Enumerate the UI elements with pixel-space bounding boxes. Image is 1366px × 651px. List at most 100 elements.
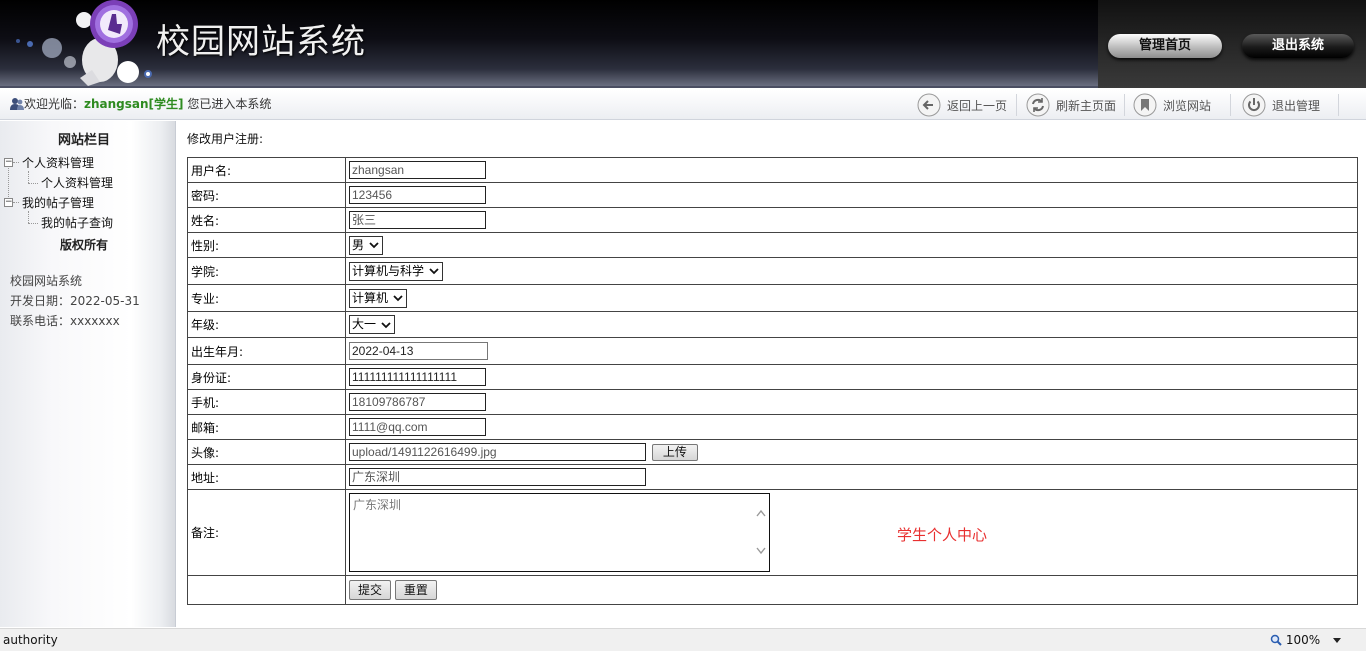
field-label: 出生年月: [187,337,346,365]
student-center-text: 学生个人中心 [897,526,988,544]
welcome-message: 欢迎光临：zhangsan[学生] 您已进入本系统 [10,95,271,112]
field-label: 地址: [187,464,346,490]
welcome-prefix: 欢迎光临： [24,97,85,111]
field-cell: upload/1491122616499.jpg 上传 [345,439,1358,465]
birthdate-input[interactable]: 2022-04-13 [349,342,488,360]
phone-input[interactable]: 18109786787 [349,393,486,411]
tree-connector [28,211,29,223]
chevron-down-icon [429,268,439,275]
form-row-username: 用户名: zhangsan [187,157,1358,183]
exit-admin-label: 退出管理 [1272,98,1321,113]
welcome-bar: 欢迎光临：zhangsan[学生] 您已进入本系统 返回上一页 刷新主页面 浏览… [0,90,1366,120]
bookmark-icon [1133,93,1157,117]
field-label: 备注: [187,489,346,576]
reset-button[interactable]: 重置 [394,580,437,600]
field-label: 年级: [187,311,346,338]
scrollbar-arrows-icon[interactable] [755,508,767,556]
form-row-grade: 年级: 大一 [187,311,1358,338]
college-value: 计算机与科学 [352,263,425,278]
gender-value: 男 [352,237,365,252]
field-cell: 张三 [345,207,1358,233]
sidebar-item-posts-query[interactable]: 我的帖子查询 [41,214,113,231]
refresh-icon [1026,93,1050,117]
form-row-college: 学院: 计算机与科学 [187,257,1358,285]
sidebar-item-profile-manage[interactable]: 个人资料管理 [41,174,113,191]
address-input[interactable]: 广东深圳 [349,468,646,486]
zoom-control[interactable]: 100% [1270,633,1320,647]
browse-site-button[interactable]: 浏览网站 [1133,92,1211,118]
refresh-label: 刷新主页面 [1056,98,1117,113]
major-select[interactable]: 计算机 [349,288,408,308]
toolbar-divider [1338,94,1339,116]
back-label: 返回上一页 [947,98,1008,113]
exit-admin-button[interactable]: 退出管理 [1242,92,1320,118]
toolbar-divider [1124,94,1125,116]
tree-connector [13,202,19,203]
password-input[interactable]: 123456 [349,186,486,204]
refresh-main-button[interactable]: 刷新主页面 [1026,92,1116,118]
site-title: 校园网站系统 [156,22,366,62]
back-button[interactable]: 返回上一页 [917,92,1007,118]
form-row-remarks: 备注: 广东深圳 [187,489,1358,576]
chevron-down-icon [369,242,379,249]
grade-select[interactable]: 大一 [349,315,396,334]
tree-collapse-icon[interactable]: − [4,158,13,167]
field-cell: 男 [345,232,1358,258]
logo-graphic [16,0,152,86]
user-icon [10,98,24,110]
sidebar: 网站栏目 − 个人资料管理 个人资料管理 − 我的帖子管理 我的帖子查询 版权所… [0,121,176,627]
field-cell: 大一 [345,311,1358,338]
field-label: 姓名: [187,207,346,233]
toolbar-divider [1230,94,1231,116]
form-row-address: 地址: 广东深圳 [187,464,1358,490]
chevron-down-icon [381,321,391,328]
tree-connector [28,223,38,224]
empty-label-cell [187,575,346,605]
id-card-input[interactable]: 111111111111111111 [349,368,486,386]
welcome-suffix: 您已进入本系统 [183,97,272,111]
form-row-birthdate: 出生年月: 2022-04-13 [187,337,1358,365]
submit-button[interactable]: 提交 [349,580,392,600]
form-row-id-card: 身份证: 111111111111111111 [187,364,1358,390]
field-label: 用户名: [187,157,346,183]
sidebar-item-posts-group[interactable]: 我的帖子管理 [22,194,94,211]
status-text: authority [3,633,58,647]
form-row-phone: 手机: 18109786787 [187,389,1358,415]
gender-select[interactable]: 男 [349,235,384,255]
field-cell: 广东深圳 [345,464,1358,490]
tree-collapse-icon[interactable]: − [4,198,13,207]
copyright-title: 版权所有 [59,238,108,252]
field-cell: 18109786787 [345,389,1358,415]
field-cell: 123456 [345,182,1358,208]
upload-button[interactable]: 上传 [651,443,698,461]
dev-date-info: 开发日期：2022-05-31 [10,294,140,308]
remarks-text: 广东深圳 [353,498,402,512]
grade-value: 大一 [352,317,377,331]
sidebar-item-profile-group[interactable]: 个人资料管理 [22,154,94,171]
admin-home-button[interactable]: 管理首页 [1108,34,1222,58]
field-cell: 计算机 [345,284,1358,312]
status-bar: authority 100% [0,628,1366,651]
form-row-gender: 性别: 男 [187,232,1358,258]
email-input[interactable]: 1111@qq.com [349,418,486,436]
name-input[interactable]: 张三 [349,211,486,229]
zoom-level-value: 100% [1285,633,1321,647]
site-name-info: 校园网站系统 [10,274,83,288]
sidebar-title: 网站栏目 [57,133,110,148]
avatar-path-input[interactable]: upload/1491122616499.jpg [349,443,646,461]
exit-system-button[interactable]: 退出系统 [1242,34,1354,58]
remarks-textarea[interactable]: 广东深圳 [349,493,770,572]
college-select[interactable]: 计算机与科学 [349,261,444,281]
field-label: 头像: [187,439,346,465]
welcome-username: zhangsan[学生] [84,97,184,111]
field-cell: zhangsan [345,157,1358,183]
user-edit-form: 用户名: zhangsan 密码: 123456 姓名: 张三 性别: 男 学院… [187,157,1358,605]
form-row-email: 邮箱: 1111@qq.com [187,414,1358,440]
username-input[interactable]: zhangsan [349,161,486,179]
field-label: 手机: [187,389,346,415]
actions-cell: 提交 重置 [345,575,1358,605]
field-label: 身份证: [187,364,346,390]
chevron-down-icon[interactable] [1333,638,1341,643]
field-label: 密码: [187,182,346,208]
toolbar-divider [1016,94,1017,116]
